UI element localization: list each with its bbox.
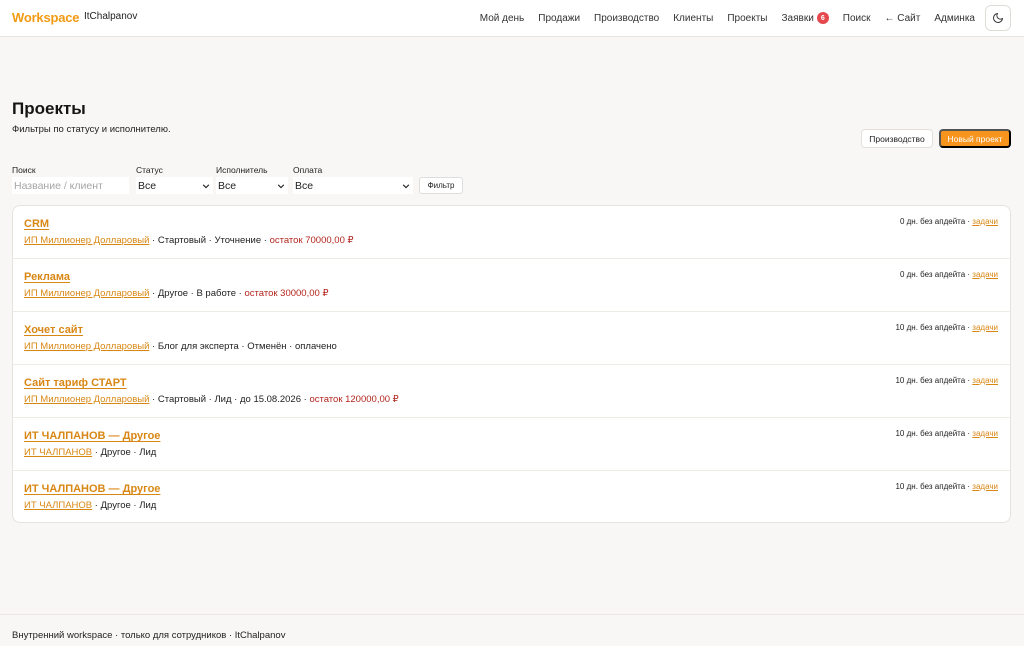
- project-details: · Стартовый · Лид · до 15.08.2026 ·: [149, 394, 310, 405]
- nav-label: Заявки: [781, 12, 814, 24]
- project-update-info: 10 дн. без апдейта · задачи: [895, 376, 998, 385]
- search-label: Поиск: [12, 165, 36, 175]
- project-row: Хочет сайт ИП Миллионер Долларовый · Бло…: [13, 312, 1010, 365]
- tasks-link[interactable]: задачи: [972, 376, 998, 385]
- tasks-link[interactable]: задачи: [972, 323, 998, 332]
- project-title-link[interactable]: ИТ ЧАЛПАНОВ — Другое: [24, 430, 160, 442]
- brand-logo[interactable]: Workspace: [12, 10, 80, 25]
- page-subtitle: Фильтры по статусу и исполнителю.: [12, 124, 171, 135]
- tasks-link[interactable]: задачи: [972, 429, 998, 438]
- nav-sales[interactable]: Продажи: [538, 13, 580, 24]
- chevron-down-icon: [202, 183, 210, 188]
- project-row: ИТ ЧАЛПАНОВ — Другое ИТ ЧАЛПАНОВ · Друго…: [13, 471, 1010, 522]
- project-meta: ИП Миллионер Долларовый · Стартовый · Ли…: [24, 394, 399, 405]
- production-button[interactable]: Производство: [861, 129, 933, 148]
- payment-label: Оплата: [293, 165, 323, 175]
- project-balance: остаток 120000,00 ₽: [309, 394, 399, 405]
- days-without-update: 0 дн. без апдейта ·: [899, 217, 973, 226]
- project-details: · Блог для эксперта · Отменён · оплачено: [149, 341, 337, 352]
- filter-submit-button[interactable]: Фильтр: [419, 177, 463, 194]
- days-without-update: 0 дн. без апдейта ·: [899, 270, 973, 279]
- client-link[interactable]: ИП Миллионер Долларовый: [24, 288, 149, 299]
- current-user: ItChalpanov: [84, 11, 138, 22]
- chevron-down-icon: [402, 183, 410, 188]
- project-update-info: 0 дн. без апдейта · задачи: [900, 217, 998, 226]
- new-project-button[interactable]: Новый проект: [939, 129, 1011, 148]
- nav-label: Производство: [594, 12, 660, 24]
- projects-list: CRM ИП Миллионер Долларовый · Стартовый …: [12, 205, 1011, 523]
- project-meta: ИП Миллионер Долларовый · Блог для экспе…: [24, 341, 337, 352]
- requests-count-badge: 6: [816, 12, 829, 24]
- client-link[interactable]: ИП Миллионер Долларовый: [24, 394, 149, 405]
- project-row: Реклама ИП Миллионер Долларовый · Другое…: [13, 259, 1010, 312]
- days-without-update: 10 дн. без апдейта ·: [895, 482, 973, 491]
- client-link[interactable]: ИТ ЧАЛПАНОВ: [24, 447, 92, 458]
- theme-toggle-button[interactable]: [985, 5, 1011, 31]
- payment-select[interactable]: Все: [293, 177, 413, 194]
- moon-icon: [993, 13, 1003, 23]
- project-title-link[interactable]: CRM: [24, 218, 49, 230]
- project-row: Сайт тариф СТАРТ ИП Миллионер Долларовый…: [13, 365, 1010, 418]
- project-balance: остаток 70000,00 ₽: [269, 235, 354, 246]
- project-update-info: 10 дн. без апдейта · задачи: [895, 482, 998, 491]
- payment-value: Все: [295, 179, 314, 192]
- project-update-info: 10 дн. без апдейта · задачи: [895, 429, 998, 438]
- project-update-info: 0 дн. без апдейта · задачи: [900, 270, 998, 279]
- executor-value: Все: [218, 179, 237, 192]
- footer-text: Внутренний workspace · только для сотруд…: [12, 630, 286, 641]
- project-row: CRM ИП Миллионер Долларовый · Стартовый …: [13, 206, 1010, 259]
- project-details: · Другое · В работе ·: [149, 288, 245, 299]
- project-row: ИТ ЧАЛПАНОВ — Другое ИТ ЧАЛПАНОВ · Друго…: [13, 418, 1010, 471]
- nav-search[interactable]: Поиск: [843, 13, 871, 24]
- project-update-info: 10 дн. без апдейта · задачи: [895, 323, 998, 332]
- project-balance: остаток 30000,00 ₽: [244, 288, 329, 299]
- project-details: · Другое · Лид: [92, 447, 157, 458]
- days-without-update: 10 дн. без апдейта ·: [895, 429, 973, 438]
- project-details: · Стартовый · Уточнение ·: [149, 235, 270, 246]
- top-navbar: Workspace ItChalpanov Мой день Продажи П…: [0, 0, 1024, 37]
- client-link[interactable]: ИП Миллионер Долларовый: [24, 235, 149, 246]
- status-label: Статус: [136, 165, 163, 175]
- nav-projects[interactable]: Проекты: [727, 13, 767, 24]
- client-link[interactable]: ИТ ЧАЛПАНОВ: [24, 500, 92, 511]
- days-without-update: 10 дн. без апдейта ·: [895, 323, 973, 332]
- nav-label: Проекты: [727, 12, 768, 24]
- nav-label: Клиенты: [673, 12, 714, 24]
- status-select[interactable]: Все: [136, 177, 213, 194]
- project-title-link[interactable]: Хочет сайт: [24, 324, 83, 336]
- executor-label: Исполнитель: [216, 165, 268, 175]
- page-footer: Внутренний workspace · только для сотруд…: [0, 614, 1024, 646]
- executor-select[interactable]: Все: [216, 177, 288, 194]
- tasks-link[interactable]: задачи: [972, 482, 998, 491]
- nav-label: ← Сайт: [884, 12, 921, 24]
- project-meta: ИП Миллионер Долларовый · Стартовый · Ут…: [24, 235, 354, 246]
- nav-production[interactable]: Производство: [594, 13, 659, 24]
- project-title-link[interactable]: Реклама: [24, 271, 70, 283]
- project-meta: ИТ ЧАЛПАНОВ · Другое · Лид: [24, 500, 156, 511]
- main-nav: Мой день Продажи Производство Клиенты Пр…: [466, 0, 975, 36]
- project-title-link[interactable]: ИТ ЧАЛПАНОВ — Другое: [24, 483, 160, 495]
- nav-requests[interactable]: Заявки 6: [781, 12, 829, 24]
- nav-clients[interactable]: Клиенты: [673, 13, 713, 24]
- nav-my-day[interactable]: Мой день: [480, 13, 525, 24]
- days-without-update: 10 дн. без апдейта ·: [895, 376, 973, 385]
- nav-label: Поиск: [842, 12, 871, 24]
- chevron-down-icon: [277, 183, 285, 188]
- nav-admin[interactable]: Админка: [934, 13, 975, 24]
- nav-site[interactable]: ← Сайт: [885, 13, 921, 24]
- nav-label: Мой день: [479, 12, 525, 24]
- status-value: Все: [138, 179, 157, 192]
- nav-label: Админка: [934, 12, 975, 24]
- search-placeholder: Название / клиент: [14, 179, 103, 192]
- client-link[interactable]: ИП Миллионер Долларовый: [24, 341, 149, 352]
- nav-label: Продажи: [538, 12, 581, 24]
- project-title-link[interactable]: Сайт тариф СТАРТ: [24, 377, 127, 389]
- page-title: Проекты: [12, 99, 86, 118]
- tasks-link[interactable]: задачи: [972, 217, 998, 226]
- project-meta: ИТ ЧАЛПАНОВ · Другое · Лид: [24, 447, 156, 458]
- tasks-link[interactable]: задачи: [972, 270, 998, 279]
- search-input[interactable]: Название / клиент: [12, 177, 129, 194]
- project-meta: ИП Миллионер Долларовый · Другое · В раб…: [24, 288, 328, 299]
- project-details: · Другое · Лид: [92, 500, 157, 511]
